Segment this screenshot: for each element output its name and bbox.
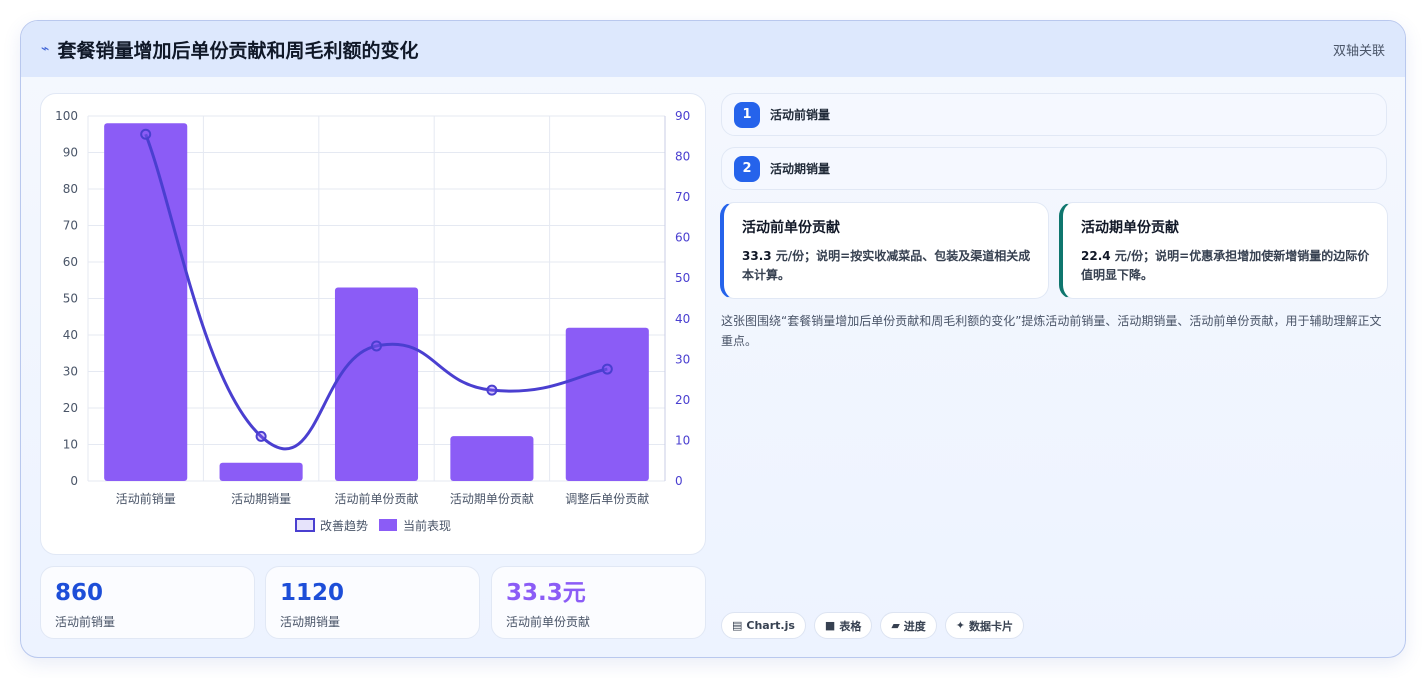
combo-chart: 0 10 20 30 40 50 60 70 80 90 100 0 10 20 30 40 50 60 70 80 9… <box>55 109 690 533</box>
card-header: ⌁ 套餐销量增加后单份贡献和周毛利额的变化 双轴关联 <box>21 21 1405 77</box>
y-right-tick-label: 80 <box>675 150 690 164</box>
y-right-tick-label: 50 <box>675 271 690 285</box>
dual-axis-badge: 双轴关联 <box>1332 43 1385 59</box>
chip-label: 进度 <box>903 619 926 633</box>
y-right-tick-label: 70 <box>675 190 690 204</box>
y-left-tick-label: 70 <box>63 219 78 233</box>
kpi-label: 活动前单份贡献 <box>506 615 591 629</box>
y-left-tick-label: 90 <box>63 146 78 160</box>
kpi-card: 33.3元 活动前单份贡献 <box>491 566 706 639</box>
y-left-tick-label: 100 <box>55 109 78 123</box>
trend-point <box>255 430 267 442</box>
y-left-tick-label: 60 <box>63 255 78 269</box>
bar <box>219 462 303 481</box>
chip-label: 表格 <box>839 619 862 633</box>
chart-description: 这张图围绕“套餐销量增加后单份贡献和周毛利额的变化”提炼活动前销量、活动期销量、… <box>721 314 1382 348</box>
step-label: 活动前销量 <box>770 108 831 122</box>
chip-chartjs[interactable]: ▤ Chart.js <box>721 612 806 639</box>
info-card: 活动期单份贡献 22.4 元/份；说明=优惠承担增加使新增销量的边际价值明显下降… <box>1059 202 1388 299</box>
table-icon: ■ <box>824 619 836 632</box>
x-tick-label: 活动期销量 <box>231 492 291 506</box>
trend-point <box>601 363 613 375</box>
chip-label: 数据卡片 <box>969 619 1014 633</box>
x-tick-label: 活动期单份贡献 <box>450 491 534 506</box>
info-detail: 元/份；说明=优惠承担增加使新增销量的边际价值明显下降。 <box>1081 249 1370 282</box>
info-text: 22.4 元/份；说明=优惠承担增加使新增销量的边际价值明显下降。 <box>1081 247 1373 285</box>
kpi-label: 活动前销量 <box>55 615 116 629</box>
y-right-tick-label: 90 <box>675 109 690 123</box>
info-card: 活动前单份贡献 33.3 元/份；说明=按实收减菜品、包装及渠道相关成本计算。 <box>720 202 1049 299</box>
kpi-value: 33.3元 <box>506 580 586 606</box>
y-left-tick-label: 80 <box>63 182 78 196</box>
y-right-tick-label: 40 <box>675 312 690 326</box>
chart-panel: 0 10 20 30 40 50 60 70 80 90 100 0 10 20 30 40 50 60 70 80 9… <box>40 93 706 555</box>
y-left-tick-label: 40 <box>63 328 78 342</box>
trend-point <box>140 128 152 140</box>
y-left-tick-label: 50 <box>63 292 78 306</box>
step-number: 2 <box>734 155 760 182</box>
x-tick-label: 调整后单份贡献 <box>565 491 649 506</box>
y-right-tick-label: 30 <box>675 352 690 366</box>
bar <box>565 327 649 481</box>
chip-label: Chart.js <box>746 619 795 632</box>
bar <box>334 287 419 481</box>
y-left-tick-label: 0 <box>70 474 78 488</box>
step-number: 1 <box>734 101 760 128</box>
card-icon: ✦ <box>955 619 966 632</box>
x-tick-label: 活动前单份贡献 <box>334 491 418 506</box>
step-item[interactable]: 2 活动期销量 <box>721 147 1387 190</box>
chart-icon: ▤ <box>732 619 743 632</box>
y-right-tick-label: 20 <box>675 393 690 407</box>
y-right-tick-label: 60 <box>675 231 690 245</box>
info-text: 33.3 元/份；说明=按实收减菜品、包装及渠道相关成本计算。 <box>742 247 1034 285</box>
legend-label: 改善趋势 <box>320 518 368 533</box>
y-left-tick-label: 30 <box>63 365 78 379</box>
tag-chips: ▤ Chart.js ■ 表格 ▰ 进度 ✦ 数据卡片 <box>721 612 1025 639</box>
legend-label: 当前表现 <box>403 518 451 533</box>
y-right-tick-label: 10 <box>675 433 690 447</box>
y-right-tick-label: 0 <box>675 474 683 488</box>
legend-swatch-bar <box>379 519 397 531</box>
step-item[interactable]: 1 活动前销量 <box>721 93 1387 136</box>
step-label: 活动期销量 <box>770 162 831 176</box>
kpi-card: 860 活动前销量 <box>40 566 255 639</box>
info-title: 活动前单份贡献 <box>742 220 840 236</box>
kpi-card: 1120 活动期销量 <box>265 566 480 639</box>
trend-point <box>486 384 498 396</box>
trend-point <box>371 340 382 352</box>
chip-table[interactable]: ■ 表格 <box>813 612 873 639</box>
chip-data-card[interactable]: ✦ 数据卡片 <box>944 612 1025 639</box>
bar <box>104 123 188 482</box>
legend-swatch-line <box>295 518 315 532</box>
kpi-label: 活动期销量 <box>280 615 341 629</box>
y-left-tick-label: 10 <box>63 438 78 452</box>
page-title: 套餐销量增加后单份贡献和周毛利额的变化 <box>57 39 419 62</box>
kpi-value: 860 <box>55 580 104 606</box>
progress-icon: ▰ <box>891 619 900 632</box>
info-value: 22.4 <box>1081 249 1111 263</box>
y-left-tick-label: 20 <box>63 401 78 415</box>
sparkline-icon: ⌁ <box>41 41 50 57</box>
info-value: 33.3 <box>742 249 772 263</box>
chart-card: ⌁ 套餐销量增加后单份贡献和周毛利额的变化 双轴关联 0 10 20 30 40 50 60… <box>20 20 1406 658</box>
info-title: 活动期单份贡献 <box>1081 220 1179 236</box>
kpi-value: 1120 <box>280 580 345 606</box>
chip-progress[interactable]: ▰ 进度 <box>880 612 937 639</box>
info-detail: 元/份；说明=按实收减菜品、包装及渠道相关成本计算。 <box>742 249 1031 282</box>
x-tick-label: 活动前销量 <box>116 491 176 506</box>
bar <box>450 436 534 481</box>
